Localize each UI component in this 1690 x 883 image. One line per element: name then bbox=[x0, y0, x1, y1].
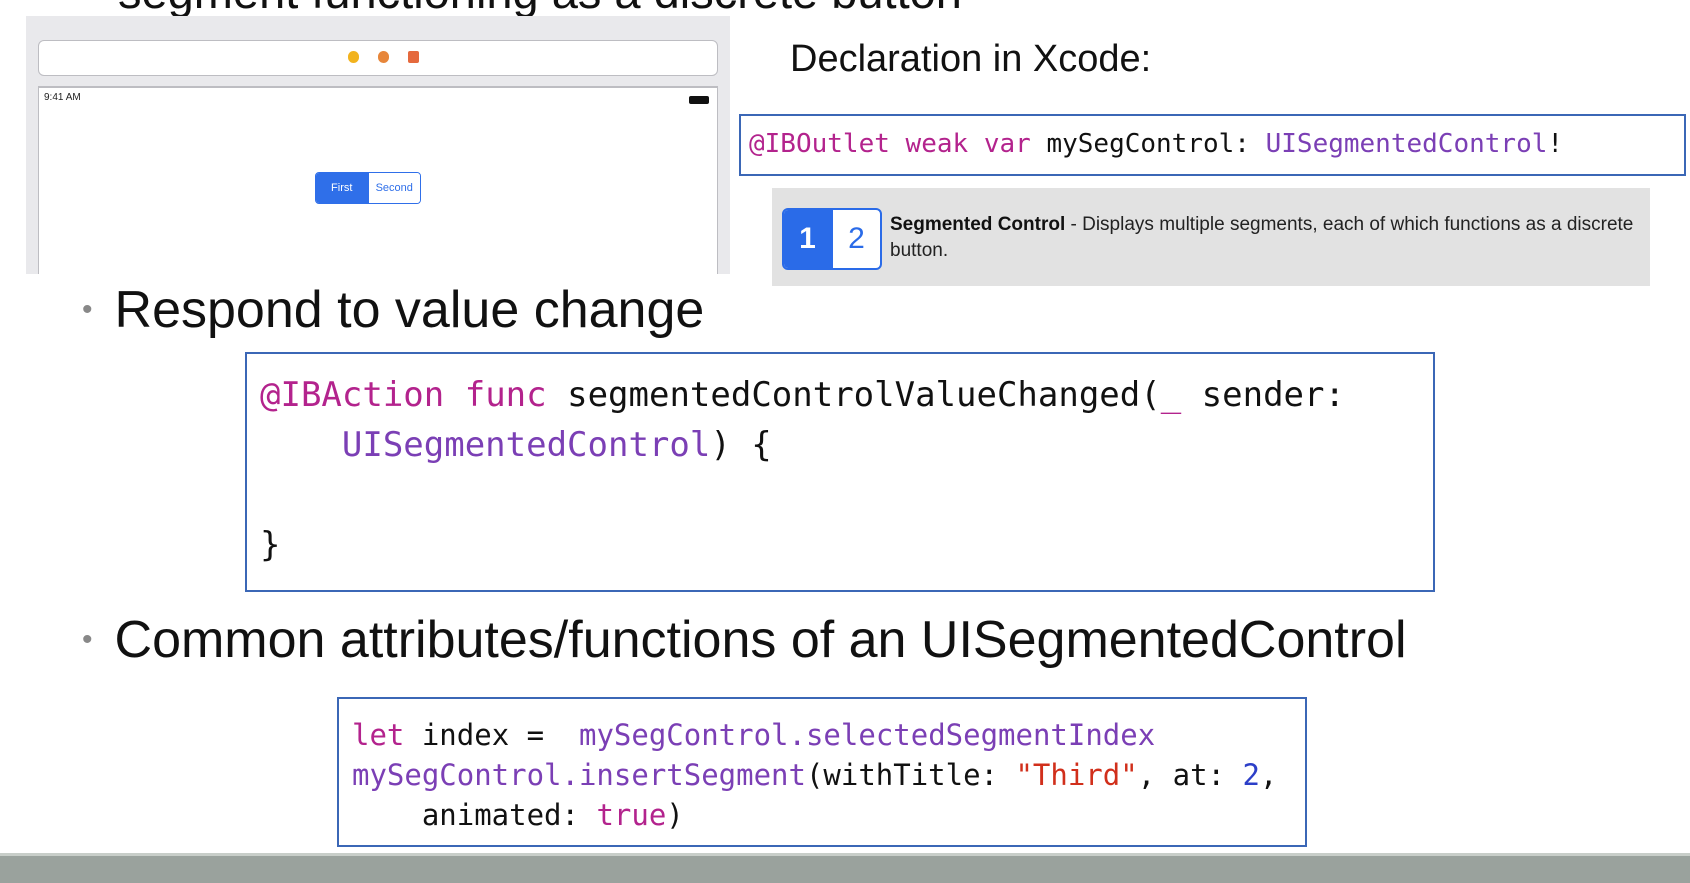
toolbar-view-controller-icon[interactable] bbox=[348, 51, 359, 63]
simulator-screenshot: 9:41 AM First Second bbox=[26, 16, 730, 274]
code-token: let bbox=[352, 718, 405, 752]
action-code: @IBAction func segmentedControlValueChan… bbox=[260, 370, 1345, 570]
segment-second[interactable]: Second bbox=[367, 173, 420, 203]
code-token: ) { bbox=[710, 425, 772, 465]
code-token: "Third" bbox=[1015, 758, 1138, 792]
code-token: } bbox=[260, 525, 281, 565]
code-token: .selectedSegmentIndex bbox=[788, 718, 1156, 752]
outlet-code: @IBOutlet weak var mySegControl: UISegme… bbox=[749, 129, 1563, 159]
toolbar-first-responder-icon[interactable] bbox=[378, 51, 389, 63]
library-description: Segmented Control - Displays multiple se… bbox=[890, 212, 1640, 264]
code-token: weak bbox=[905, 129, 969, 159]
code-token: _ bbox=[1160, 375, 1182, 415]
code-token: mySegControl: bbox=[1046, 129, 1250, 159]
segmented-control-icon: 1 2 bbox=[782, 208, 882, 270]
library-title: Segmented Control bbox=[890, 214, 1066, 235]
code-token: mySegControl bbox=[579, 718, 789, 752]
lib-segment-2: 2 bbox=[831, 210, 880, 268]
code-token: animated: bbox=[352, 798, 597, 832]
segment-first[interactable]: First bbox=[316, 173, 368, 203]
code-token: sender: bbox=[1181, 375, 1345, 415]
simulator-screen: 9:41 AM First Second bbox=[38, 86, 718, 274]
code-token: index = bbox=[404, 718, 579, 752]
declaration-label: Declaration in Xcode: bbox=[790, 38, 1152, 80]
code-token: segmentedControlValueChanged( bbox=[567, 375, 1161, 415]
code-token: ! bbox=[1547, 129, 1564, 159]
outlet-code-box: @IBOutlet weak var mySegControl: UISegme… bbox=[739, 114, 1686, 176]
battery-icon bbox=[689, 96, 709, 104]
code-token: UISegmentedControl bbox=[341, 425, 711, 465]
simulator-toolbar bbox=[38, 40, 718, 76]
code-token: @IBOutlet bbox=[749, 129, 890, 159]
code-token: UISegmentedControl bbox=[1265, 129, 1548, 159]
code-token: , at: bbox=[1137, 758, 1243, 792]
segmented-control[interactable]: First Second bbox=[315, 172, 421, 204]
slide-footer-bar bbox=[0, 853, 1690, 883]
library-item: 1 2 Segmented Control - Displays multipl… bbox=[772, 188, 1650, 286]
code-token: @IBAction bbox=[260, 375, 445, 415]
code-token: func bbox=[464, 375, 547, 415]
attributes-code: let index = mySegControl.selectedSegment… bbox=[352, 715, 1277, 835]
code-token: mySegControl bbox=[352, 758, 562, 792]
status-time: 9:41 AM bbox=[44, 92, 81, 103]
bullet-respond-text: Respond to value change bbox=[114, 281, 705, 339]
bullet-common: • Common attributes/functions of an UISeg… bbox=[82, 611, 1407, 669]
code-token: true bbox=[596, 798, 667, 832]
attributes-code-box: let index = mySegControl.selectedSegment… bbox=[337, 697, 1307, 847]
bullet-common-text: Common attributes/functions of an UISegm… bbox=[114, 611, 1407, 669]
code-token: 2 bbox=[1242, 758, 1260, 792]
toolbar-exit-icon[interactable] bbox=[408, 51, 419, 63]
bullet-respond: • Respond to value change bbox=[82, 281, 705, 339]
code-token: var bbox=[983, 129, 1031, 159]
lib-segment-1: 1 bbox=[784, 210, 831, 268]
code-token: , bbox=[1259, 758, 1278, 792]
code-token: ) bbox=[666, 798, 684, 832]
code-token: .insertSegment bbox=[561, 758, 806, 792]
code-token: (withTitle: bbox=[805, 758, 1016, 792]
action-code-box: @IBAction func segmentedControlValueChan… bbox=[245, 352, 1435, 592]
